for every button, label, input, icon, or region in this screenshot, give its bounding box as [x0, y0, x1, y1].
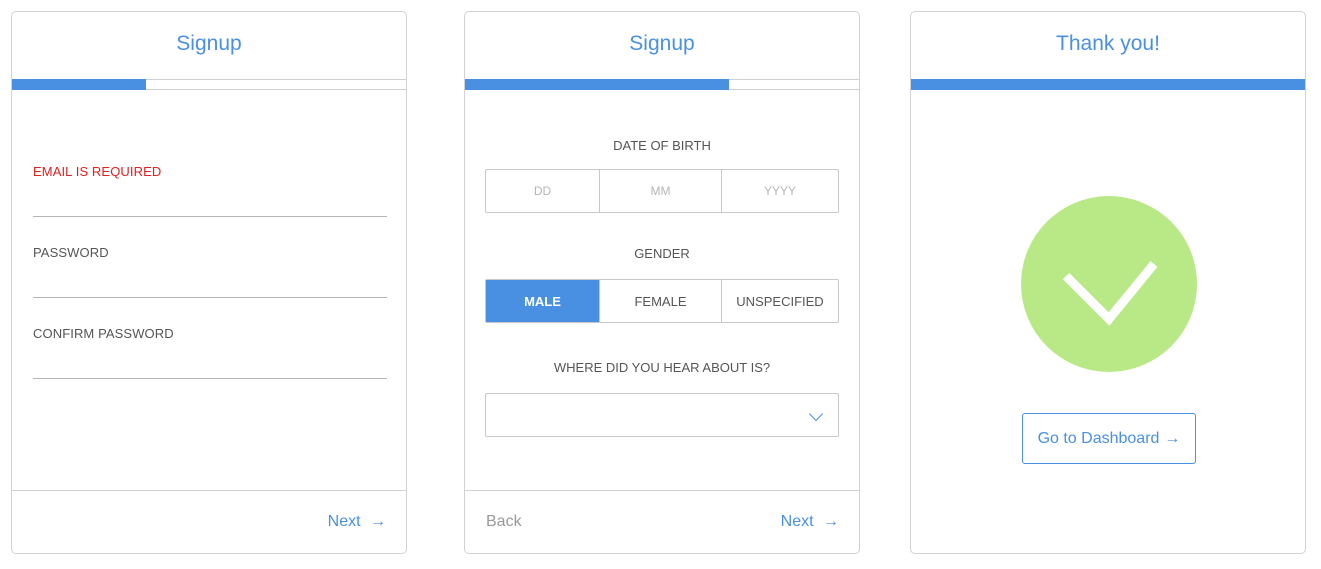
gender-label: GENDER: [634, 246, 690, 261]
confirm-password-input[interactable]: [33, 352, 387, 376]
progress-fill: [465, 79, 730, 90]
progress-bar: [465, 79, 859, 90]
email-field: EMAIL IS REQUIRED: [33, 164, 387, 217]
progress-fill: [12, 79, 146, 90]
dob-inputs: DD MM YYYY: [485, 169, 839, 213]
next-label: Next: [780, 513, 814, 530]
next-label: Next: [327, 513, 361, 530]
signup-complete-card: Thank you! Go to Dashboard →: [910, 11, 1306, 554]
dob-label: DATE OF BIRTH: [613, 138, 711, 153]
signup-step-2-card: Signup DATE OF BIRTH DD MM YYYY GENDER M…: [464, 11, 860, 554]
dob-day-input[interactable]: DD: [486, 170, 600, 212]
next-button[interactable]: Next →: [781, 513, 839, 531]
dob-month-input[interactable]: MM: [600, 170, 722, 212]
next-button[interactable]: Next →: [328, 513, 386, 531]
password-input[interactable]: [33, 271, 387, 295]
source-select[interactable]: [485, 393, 839, 437]
password-label: PASSWORD: [33, 245, 109, 260]
success-badge: [1021, 196, 1197, 372]
card-footer: Back Next →: [465, 490, 859, 553]
progress-bar: [911, 79, 1305, 90]
dob-year-input[interactable]: YYYY: [722, 170, 838, 212]
card-footer: Next →: [12, 490, 406, 553]
arrow-right-icon: →: [823, 513, 839, 530]
go-to-dashboard-button[interactable]: Go to Dashboard →: [1022, 413, 1196, 464]
gender-option-male[interactable]: MALE: [486, 280, 600, 322]
card-title: Signup: [176, 32, 242, 55]
back-button[interactable]: Back: [486, 513, 522, 531]
gender-toggle: MALE FEMALE UNSPECIFIED: [485, 279, 839, 323]
checkmark-icon: [1062, 261, 1158, 326]
card-title: Thank you!: [1056, 32, 1160, 55]
email-input[interactable]: [33, 190, 387, 214]
progress-bar: [12, 79, 406, 90]
source-label: WHERE DID YOU HEAR ABOUT IS?: [553, 360, 771, 375]
gender-option-female[interactable]: FEMALE: [600, 280, 722, 322]
back-label: Back: [486, 513, 522, 530]
password-field: PASSWORD: [33, 245, 387, 298]
gender-option-unspecified[interactable]: UNSPECIFIED: [722, 280, 838, 322]
signup-step-1-card: Signup EMAIL IS REQUIRED PASSWORD CONFIR…: [11, 11, 407, 554]
arrow-right-icon: →: [370, 513, 386, 530]
email-error-label: EMAIL IS REQUIRED: [33, 164, 162, 179]
dashboard-label: Go to Dashboard: [1037, 429, 1160, 447]
progress-fill: [911, 79, 1305, 90]
card-title: Signup: [629, 32, 695, 55]
arrow-right-icon: →: [1164, 429, 1181, 447]
confirm-password-label: CONFIRM PASSWORD: [33, 326, 174, 341]
chevron-down-icon: [808, 406, 824, 422]
confirm-password-field: CONFIRM PASSWORD: [33, 326, 387, 379]
